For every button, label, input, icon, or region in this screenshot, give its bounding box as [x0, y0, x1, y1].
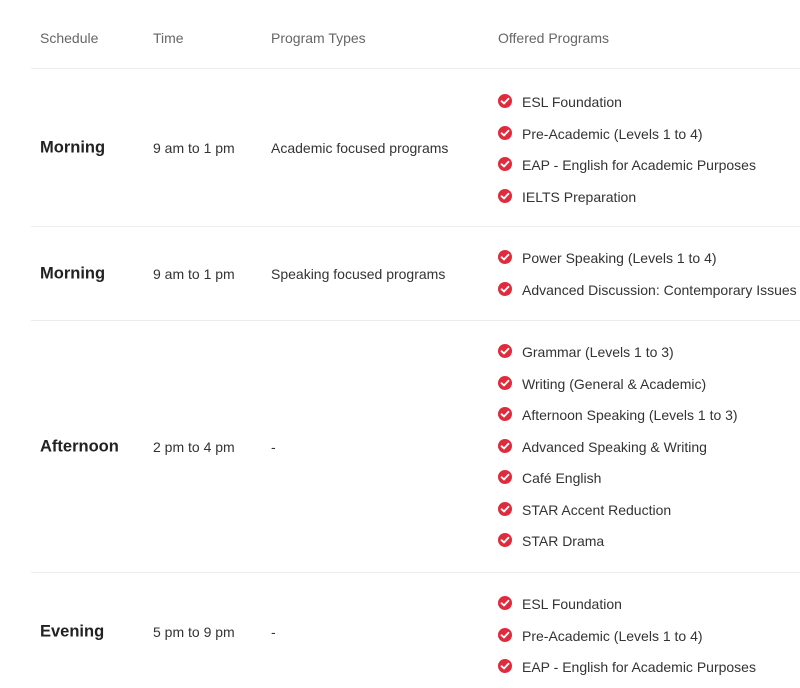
check-circle-icon	[498, 470, 512, 484]
program-label: ESL Foundation	[522, 596, 622, 612]
check-circle-icon	[498, 533, 512, 547]
check-circle-icon	[498, 375, 512, 390]
check-circle-icon	[498, 627, 512, 642]
check-circle-icon	[498, 596, 512, 610]
program-label: Writing (General & Academic)	[522, 375, 707, 392]
check-circle-icon	[498, 344, 512, 358]
check-circle-icon	[498, 250, 512, 264]
program-label: Grammar (Levels 1 to 3)	[522, 344, 674, 360]
table-row: Afternoon 2 pm to 4 pm - Grammar (Levels…	[31, 321, 800, 573]
check-circle-icon	[498, 94, 512, 108]
program-label: EAP - English for Academic Purposes	[522, 157, 756, 173]
check-circle-icon	[498, 281, 512, 296]
program-type-cell: Academic focused programs	[271, 139, 449, 156]
program-label: Afternoon Speaking (Levels 1 to 3)	[522, 407, 738, 423]
schedule-cell: Afternoon	[40, 437, 119, 455]
table-row: Evening 5 pm to 9 pm - ESL Foundation Pre…	[31, 573, 800, 688]
header-time: Time	[153, 30, 184, 46]
time-cell: 9 am to 1 pm	[153, 139, 235, 156]
program-label: Advanced Speaking & Writing	[522, 438, 707, 455]
check-circle-icon	[498, 501, 512, 516]
program-label: EAP - English for Academic Purposes	[522, 659, 756, 675]
header-program-types: Program Types	[271, 30, 366, 46]
schedule-table: Schedule Time Program Types Offered Prog…	[31, 0, 800, 688]
time-cell: 2 pm to 4 pm	[153, 438, 235, 455]
check-circle-icon	[498, 407, 512, 421]
check-circle-icon	[498, 659, 512, 673]
schedule-cell: Evening	[40, 622, 105, 641]
program-label: IELTS Preparation	[522, 188, 637, 205]
time-cell: 9 am to 1 pm	[153, 265, 235, 282]
table-row: Morning 9 am to 1 pm Speaking focused pr…	[31, 227, 800, 321]
program-label: STAR Drama	[522, 533, 605, 549]
program-label: Café English	[522, 470, 602, 486]
program-label: Power Speaking (Levels 1 to 4)	[522, 250, 717, 266]
check-circle-icon	[498, 125, 512, 140]
program-label: ESL Foundation	[522, 94, 622, 110]
program-label: Advanced Discussion: Contemporary Issues	[522, 281, 797, 298]
schedule-cell: Morning	[40, 138, 106, 156]
program-type-cell: -	[271, 624, 276, 640]
table-header: Schedule Time Program Types Offered Prog…	[31, 0, 800, 69]
table-row: Morning 9 am to 1 pm Academic focused pr…	[31, 69, 800, 227]
check-circle-icon	[498, 188, 512, 203]
program-label: STAR Accent Reduction	[522, 501, 672, 518]
schedule-cell: Morning	[40, 264, 106, 282]
header-offered-programs: Offered Programs	[498, 30, 610, 46]
program-label: Pre-Academic (Levels 1 to 4)	[522, 125, 703, 142]
check-circle-icon	[498, 157, 512, 171]
program-type-cell: -	[271, 438, 276, 455]
header-schedule: Schedule	[40, 30, 99, 46]
program-type-cell: Speaking focused programs	[271, 265, 446, 282]
time-cell: 5 pm to 9 pm	[153, 624, 235, 640]
check-circle-icon	[498, 438, 512, 453]
program-label: Pre-Academic (Levels 1 to 4)	[522, 627, 703, 644]
